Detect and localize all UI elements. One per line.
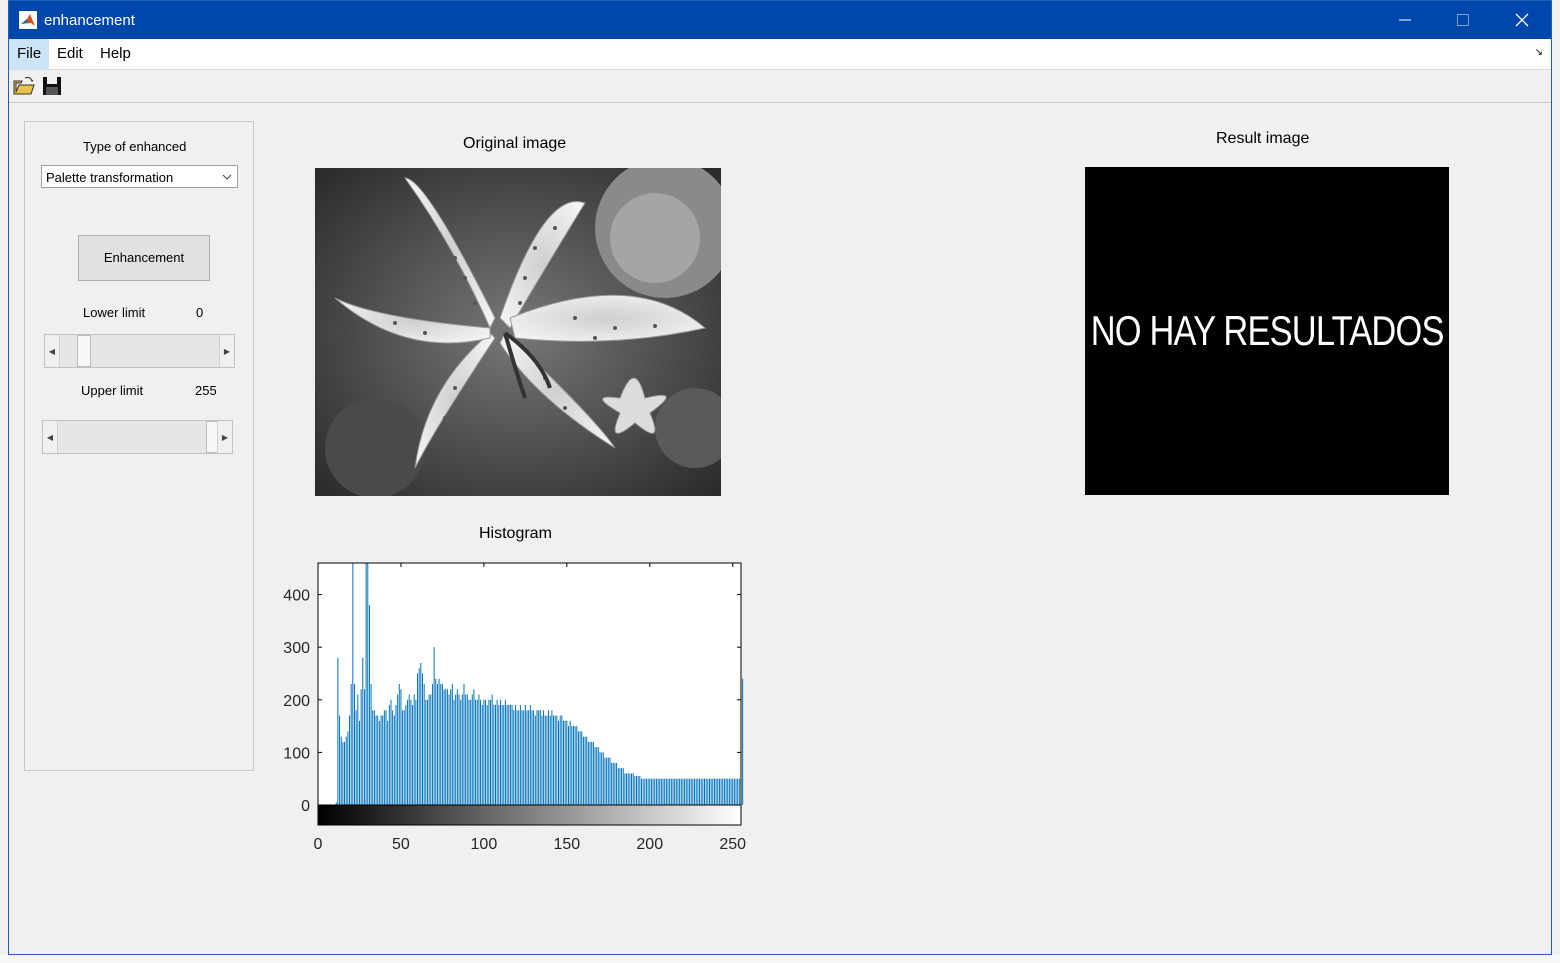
menu-edit[interactable]: Edit (49, 39, 91, 69)
original-image (315, 168, 721, 496)
slider-thumb[interactable] (76, 335, 91, 367)
matlab-icon (19, 11, 37, 29)
x-tick-label: 200 (636, 836, 663, 853)
y-tick-label: 400 (283, 588, 310, 605)
title-bar[interactable]: enhancement (9, 1, 1551, 39)
menu-bar: File Edit Help ↘ (9, 39, 1551, 70)
slider-left-arrow-icon[interactable]: ◀ (43, 421, 58, 453)
background-window-bottom (0, 955, 1560, 963)
y-tick-label: 100 (283, 745, 310, 762)
menu-help[interactable]: Help (92, 39, 139, 69)
y-tick-label: 200 (283, 693, 310, 710)
enhancement-button[interactable]: Enhancement (78, 235, 210, 281)
control-panel: Type of enhanced Palette transformation … (24, 121, 254, 771)
toolbar (9, 70, 1551, 103)
app-window: enhancement File Edit Help ↘ Type of enh… (8, 0, 1552, 955)
y-tick-label: 300 (283, 640, 310, 657)
chevron-down-icon (222, 174, 232, 180)
result-image-title: Result image (1216, 130, 1310, 147)
histogram-title: Histogram (479, 525, 552, 542)
minimize-button[interactable] (1376, 1, 1434, 39)
open-icon[interactable] (12, 75, 36, 97)
upper-limit-value: 255 (195, 383, 217, 398)
result-image: NO HAY RESULTADOS (1085, 167, 1449, 495)
upper-limit-label: Upper limit (81, 383, 144, 398)
background-window-right (1552, 0, 1560, 963)
y-tick-label: 0 (301, 798, 310, 815)
grayscale-colorbar (317, 804, 742, 826)
x-tick-label: 150 (553, 836, 580, 853)
lower-limit-label: Lower limit (83, 305, 146, 320)
type-select[interactable]: Palette transformation (41, 165, 238, 188)
lily-flower-image (315, 168, 721, 496)
x-tick-label: 100 (471, 836, 498, 853)
menu-file[interactable]: File (9, 39, 50, 69)
upper-limit-slider[interactable]: ◀ ▶ (42, 420, 233, 454)
close-button[interactable] (1493, 1, 1551, 39)
x-tick-label: 250 (719, 836, 746, 853)
maximize-button[interactable] (1434, 1, 1492, 39)
lower-limit-value: 0 (196, 305, 204, 320)
save-icon[interactable] (40, 75, 64, 97)
original-image-title: Original image (463, 135, 567, 152)
type-select-value: Palette transformation (46, 170, 174, 185)
close-icon (1515, 13, 1529, 27)
x-tick-label: 0 (314, 836, 323, 853)
slider-left-arrow-icon[interactable]: ◀ (45, 335, 60, 367)
x-tick-label: 50 (392, 836, 410, 853)
type-label: Type of enhanced (83, 139, 187, 154)
minimize-icon (1399, 19, 1411, 21)
maximize-icon (1457, 14, 1469, 26)
no-results-message: NO HAY RESULTADOS (1090, 307, 1445, 354)
slider-right-arrow-icon[interactable]: ▶ (217, 421, 232, 453)
dock-arrow-icon[interactable]: ↘ (1535, 47, 1543, 58)
slider-right-arrow-icon[interactable]: ▶ (219, 335, 234, 367)
histogram-chart: 0 100 200 300 400 0 50 100 150 200 250 (283, 562, 746, 853)
window-title: enhancement (44, 12, 135, 29)
lower-limit-slider[interactable]: ◀ ▶ (44, 334, 235, 368)
